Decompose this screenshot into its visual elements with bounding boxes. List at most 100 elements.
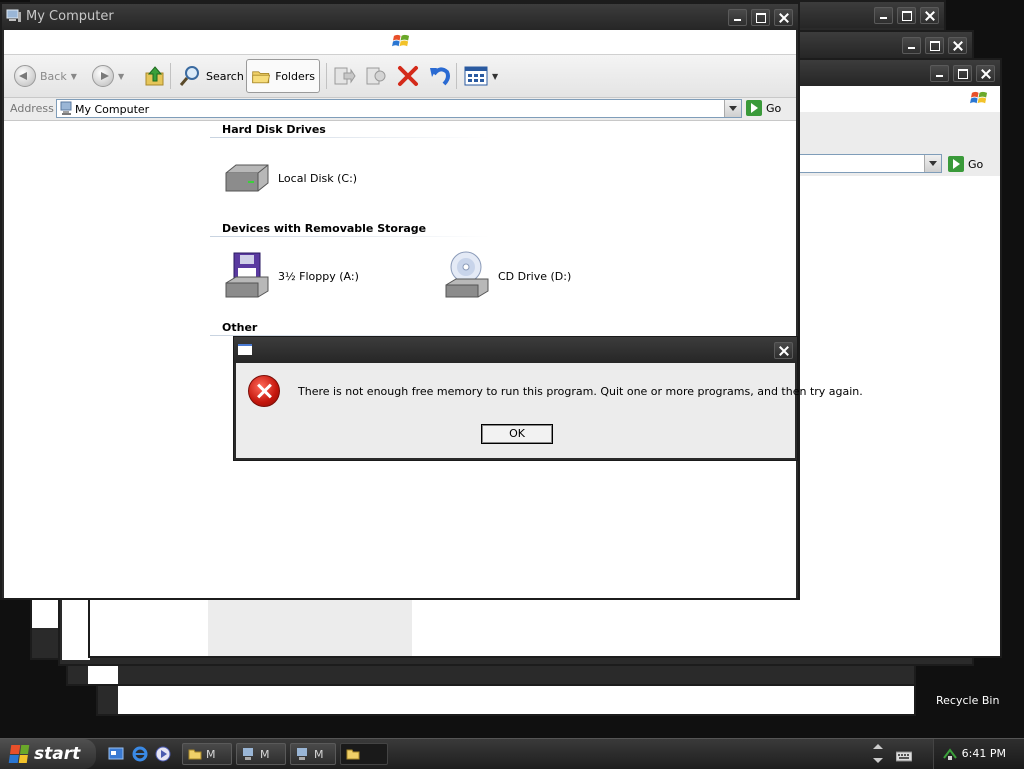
group-title-other: Other <box>222 321 258 334</box>
copy-to-icon <box>366 67 386 85</box>
copy-to-button[interactable] <box>360 59 392 93</box>
recycle-bin-label[interactable]: Recycle Bin <box>936 694 999 707</box>
chevron-down-icon[interactable]: ▼ <box>492 72 498 81</box>
windows-logo-icon <box>970 91 988 104</box>
close-button[interactable] <box>920 7 939 24</box>
go-button[interactable]: Go <box>948 156 983 172</box>
error-dialog: There is not enough free memory to run t… <box>233 336 863 461</box>
minimize-button[interactable] <box>902 37 921 54</box>
chevron-down-icon[interactable]: ▼ <box>71 72 77 81</box>
hard-disk-icon <box>225 164 269 192</box>
error-icon <box>248 375 280 407</box>
chevron-down-icon[interactable]: ▼ <box>118 72 124 81</box>
dialog-close-button[interactable] <box>774 342 793 359</box>
minimize-button[interactable] <box>728 9 747 26</box>
cd-drive-icon <box>445 251 489 298</box>
internet-explorer-icon[interactable] <box>132 746 148 762</box>
window-title: My Computer <box>26 9 114 24</box>
dialog-body: There is not enough free memory to run t… <box>236 363 863 458</box>
undo-icon <box>430 67 450 86</box>
folders-label: Folders <box>275 69 315 83</box>
drive-floppy-a[interactable]: 3½ Floppy (A:) <box>222 251 359 301</box>
drive-label: CD Drive (D:) <box>498 269 572 283</box>
back-arrow-icon <box>14 65 36 87</box>
background-window-3-client <box>32 598 60 628</box>
up-folder-button[interactable] <box>140 59 170 93</box>
clock[interactable]: 6:41 PM <box>962 747 1006 760</box>
folders-icon <box>252 71 271 84</box>
go-button[interactable]: Go <box>746 100 781 116</box>
show-desktop-icon[interactable] <box>108 746 124 762</box>
views-button[interactable]: ▼ <box>460 59 502 93</box>
my-computer-window: My Computer Back ▼ ▼ Search Folders ▼ Ad… <box>0 2 800 600</box>
drive-label: 3½ Floppy (A:) <box>278 269 359 283</box>
group-title-removable: Devices with Removable Storage <box>222 222 427 235</box>
start-button[interactable]: start <box>0 739 96 769</box>
taskbar-button-window-1[interactable]: M <box>182 743 232 765</box>
group-divider <box>210 137 490 138</box>
toolbar-separator <box>456 63 457 89</box>
go-arrow-icon <box>746 100 762 116</box>
computer-icon <box>60 101 72 115</box>
dialog-message: There is not enough free memory to run t… <box>298 385 863 398</box>
media-player-icon[interactable] <box>155 746 171 762</box>
network-icon[interactable] <box>942 746 958 762</box>
chevron-down-icon[interactable] <box>724 100 741 117</box>
address-bar: Address My Computer Go <box>4 98 796 121</box>
views-icon <box>464 66 488 86</box>
computer-icon <box>243 748 253 760</box>
computer-icon <box>297 748 307 760</box>
move-to-button[interactable] <box>328 59 360 93</box>
ok-button[interactable]: OK <box>481 424 553 444</box>
task-label: M <box>260 747 270 761</box>
forward-arrow-icon <box>92 65 114 87</box>
drive-local-disk-c[interactable]: Local Disk (C:) <box>222 161 357 195</box>
close-button[interactable] <box>976 65 995 82</box>
minimize-button[interactable] <box>874 7 893 24</box>
floppy-drive-icon <box>225 252 269 298</box>
address-field[interactable]: My Computer <box>56 99 742 118</box>
menu-bar <box>4 30 796 55</box>
taskbar-button-window-2[interactable]: M <box>236 743 286 765</box>
drive-cd-d[interactable]: CD Drive (D:) <box>442 251 571 301</box>
close-button[interactable] <box>948 37 967 54</box>
drive-label: Local Disk (C:) <box>278 171 358 185</box>
minimize-button[interactable] <box>930 65 949 82</box>
taskbar-scroll[interactable] <box>872 741 884 767</box>
task-label: M <box>314 747 324 761</box>
back-label: Back <box>40 69 67 83</box>
search-icon <box>179 66 199 86</box>
system-tray: 6:41 PM <box>933 739 1024 769</box>
maximize-button[interactable] <box>897 7 916 24</box>
delete-button[interactable] <box>392 59 424 93</box>
keyboard-icon[interactable] <box>896 748 912 764</box>
taskbar-button-window-3[interactable]: M <box>290 743 336 765</box>
go-label: Go <box>968 157 984 171</box>
back-button[interactable]: Back ▼ <box>10 59 81 93</box>
window-titlebar[interactable]: My Computer <box>2 4 798 30</box>
chevron-down-icon[interactable] <box>924 155 941 172</box>
address-value: My Computer <box>75 103 150 116</box>
toolbar-separator <box>170 63 171 89</box>
maximize-button[interactable] <box>925 37 944 54</box>
start-label: start <box>34 744 81 764</box>
windows-logo-icon <box>392 34 410 47</box>
group-title-hard-disks: Hard Disk Drives <box>222 123 326 136</box>
dialog-titlebar[interactable] <box>234 337 797 363</box>
close-button[interactable] <box>774 9 793 26</box>
search-label: Search <box>206 69 244 83</box>
undo-button[interactable] <box>424 59 456 93</box>
search-button[interactable]: Search <box>174 59 248 93</box>
up-folder-icon <box>145 66 164 86</box>
background-window-5-client <box>118 682 914 714</box>
maximize-button[interactable] <box>751 9 770 26</box>
window-icon <box>238 344 252 355</box>
computer-icon <box>6 9 21 22</box>
taskbar-button-window-4[interactable] <box>340 743 388 765</box>
folder-icon <box>188 749 202 760</box>
delete-icon <box>398 66 418 86</box>
maximize-button[interactable] <box>953 65 972 82</box>
folders-button[interactable]: Folders <box>246 59 320 93</box>
forward-button[interactable]: ▼ <box>88 59 128 93</box>
taskbar: start M M M 6:41 PM <box>0 738 1024 769</box>
